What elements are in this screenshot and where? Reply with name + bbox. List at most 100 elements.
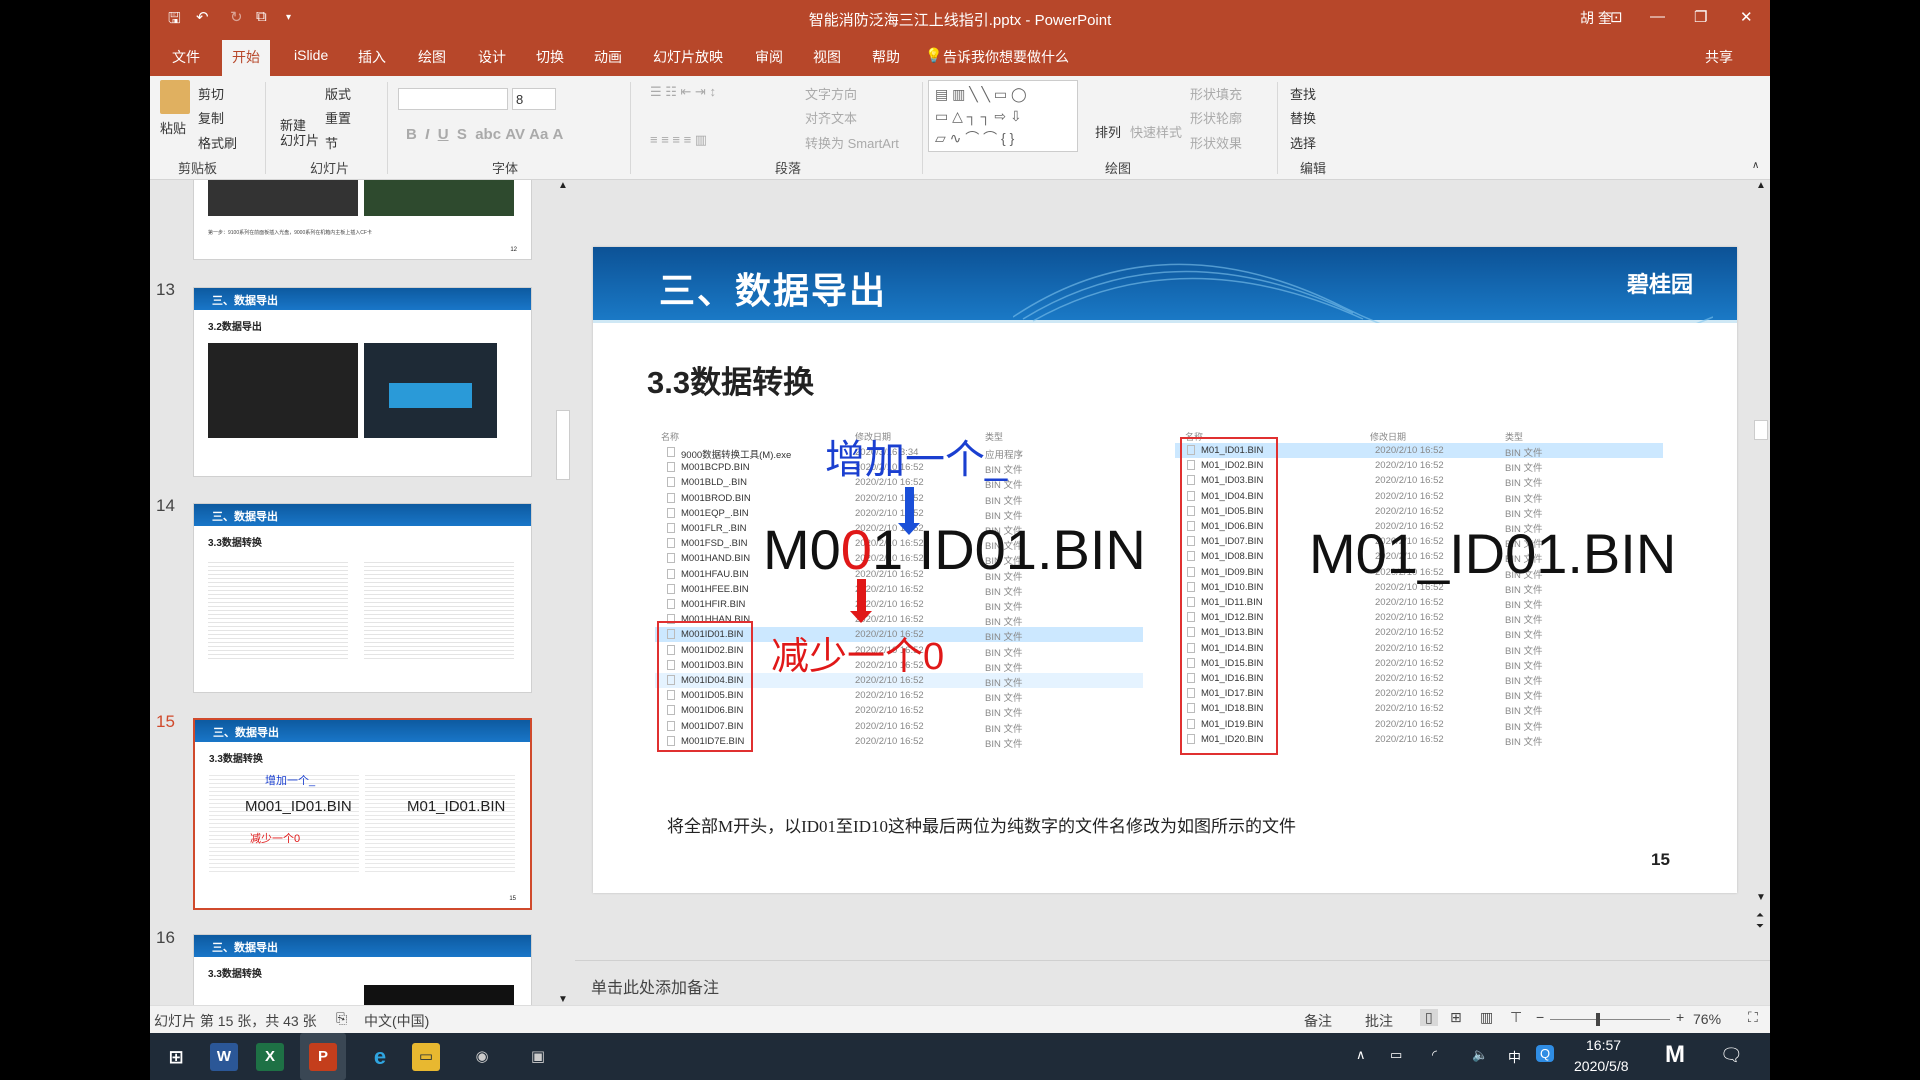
- file-date: 2020/2/10 16:52: [1375, 688, 1444, 700]
- group-font: 字体: [492, 161, 519, 176]
- slide-thumbnail-12[interactable]: 第一步：9100系列在前面板插入光盘，9000系列在机箱内主板上插入CF卡 12: [193, 180, 532, 260]
- word-icon[interactable]: W: [210, 1043, 238, 1071]
- slide-thumbnail-14[interactable]: 三、数据导出 3.3数据转换: [193, 503, 532, 693]
- tell-me-search[interactable]: 告诉我你想要做什么: [943, 47, 1069, 67]
- arrange-button[interactable]: 排列: [1095, 122, 1121, 141]
- slide-thumbnail-13[interactable]: 三、数据导出 3.2数据导出: [193, 287, 532, 477]
- file-type: BIN 文件: [1505, 508, 1543, 520]
- powerpoint-taskbar-button[interactable]: P: [300, 1033, 346, 1080]
- cut-button[interactable]: 剪切: [198, 84, 224, 103]
- edge-icon[interactable]: e: [366, 1043, 394, 1071]
- editor-scrollbar[interactable]: ▲ ▼ ⏶ ⏷: [1752, 180, 1770, 960]
- app-tray-icon[interactable]: M: [1665, 1041, 1685, 1069]
- volume-icon[interactable]: 🔈: [1472, 1047, 1488, 1063]
- select-button[interactable]: 选择: [1290, 133, 1316, 152]
- file-row[interactable]: M001BROD.BIN 2020/2/10 16:52 BIN 文件: [655, 491, 1143, 507]
- replace-button[interactable]: 替换: [1290, 108, 1316, 127]
- shape-outline-button[interactable]: 形状轮廓: [1190, 108, 1242, 127]
- layout-button[interactable]: 版式: [325, 84, 351, 103]
- copy-button[interactable]: 复制: [198, 108, 224, 127]
- file-row[interactable]: M001HFIR.BIN 2020/2/10 16:52 BIN 文件: [655, 597, 1143, 613]
- notes-button[interactable]: 备注: [1304, 1011, 1332, 1031]
- reset-button[interactable]: 重置: [325, 108, 351, 127]
- spellcheck-icon[interactable]: ⎘: [336, 1010, 347, 1027]
- collapse-ribbon-icon[interactable]: ∧: [1752, 160, 1759, 171]
- app-icon[interactable]: ◉: [468, 1043, 496, 1071]
- language-indicator[interactable]: 中文(中国): [364, 1011, 429, 1031]
- file-date: 2020/2/10 16:52: [1375, 642, 1444, 654]
- shape-fill-button[interactable]: 形状填充: [1190, 84, 1242, 103]
- zoom-out-button[interactable]: −: [1536, 1009, 1544, 1025]
- thumbnail-scrollbar[interactable]: ▲ ▼: [555, 180, 570, 1005]
- notes-placeholder[interactable]: 单击此处添加备注: [591, 974, 719, 998]
- tab-islide[interactable]: iSlide: [294, 47, 328, 63]
- bold-button[interactable]: B I U S abc AV Aa A: [406, 126, 563, 143]
- tab-review[interactable]: 审阅: [755, 47, 783, 67]
- file-date: 2020/2/10 16:52: [855, 735, 924, 747]
- bullets-button[interactable]: ☰ ☷ ⇤ ⇥ ↕: [650, 84, 716, 100]
- text-direction-button[interactable]: 文字方向: [805, 84, 857, 103]
- zoom-level[interactable]: 76%: [1693, 1011, 1721, 1027]
- align-buttons[interactable]: ≡ ≡ ≡ ≡ ▥: [650, 132, 707, 148]
- file-row[interactable]: M001HFEE.BIN 2020/2/10 16:52 BIN 文件: [655, 582, 1143, 598]
- tab-insert[interactable]: 插入: [358, 47, 386, 67]
- font-size-select[interactable]: 8: [512, 88, 556, 110]
- tab-help[interactable]: 帮助: [872, 47, 900, 67]
- ribbon-display-icon[interactable]: ⊡: [1610, 8, 1623, 26]
- comments-button[interactable]: 批注: [1365, 1011, 1393, 1031]
- shapes-gallery[interactable]: ▤ ▥ ╲ ╲ ▭ ◯ ▭ △ ┐ ┐ ⇨ ⇩ ▱ ∿ ⌒ ⌒ { }: [928, 80, 1078, 152]
- paste-icon[interactable]: [160, 80, 190, 114]
- notification-center-icon[interactable]: 🗨: [1720, 1045, 1743, 1066]
- notes-pane[interactable]: 单击此处添加备注: [575, 960, 1770, 1005]
- close-button[interactable]: ✕: [1740, 8, 1753, 26]
- tab-animations[interactable]: 动画: [594, 47, 622, 67]
- tab-transitions[interactable]: 切换: [536, 47, 564, 67]
- share-button[interactable]: 共享: [1705, 47, 1733, 67]
- slide-thumbnail-16[interactable]: 三、数据导出 3.3数据转换: [193, 934, 532, 1005]
- format-painter-button[interactable]: 格式刷: [198, 133, 237, 152]
- align-text-button[interactable]: 对齐文本: [805, 108, 857, 127]
- battery-icon[interactable]: ▭: [1390, 1047, 1402, 1063]
- file-name: M001EQP_.BIN: [681, 507, 749, 519]
- clock-date[interactable]: 2020/5/8: [1574, 1058, 1629, 1074]
- new-slide-button[interactable]: 新建 幻灯片: [280, 118, 319, 148]
- show-hidden-icons[interactable]: ∧: [1356, 1047, 1366, 1063]
- restore-button[interactable]: ❐: [1694, 8, 1707, 26]
- slide-subtitle: 3.3数据转换: [647, 365, 815, 400]
- shape-effects-button[interactable]: 形状效果: [1190, 133, 1242, 152]
- minimize-button[interactable]: —: [1650, 8, 1665, 25]
- clock-time[interactable]: 16:57: [1586, 1037, 1621, 1053]
- qq-icon[interactable]: Q: [1536, 1045, 1555, 1062]
- quick-styles-button[interactable]: 快速样式: [1130, 122, 1182, 141]
- zoom-slider[interactable]: [1550, 1013, 1670, 1026]
- fit-to-window-icon[interactable]: ⛶: [1748, 1009, 1758, 1026]
- excel-icon[interactable]: X: [256, 1043, 284, 1071]
- tab-slideshow[interactable]: 幻灯片放映: [653, 47, 723, 67]
- slide-canvas[interactable]: 三、数据导出 碧桂园 3.3数据转换 名称 修改日期 类型 9000数据转换工具…: [593, 247, 1737, 893]
- zoom-in-button[interactable]: +: [1676, 1009, 1684, 1025]
- windows-start-icon[interactable]: ⊞: [162, 1043, 190, 1071]
- slide-thumbnail-15[interactable]: 三、数据导出 3.3数据转换 增加一个_ M001_ID01.BIN M01_I…: [193, 718, 532, 910]
- tab-home[interactable]: 开始: [222, 40, 270, 76]
- tab-draw[interactable]: 绘图: [418, 47, 446, 67]
- find-button[interactable]: 查找: [1290, 84, 1316, 103]
- slideshow-view-icon[interactable]: ⊤: [1510, 1009, 1522, 1026]
- reading-view-icon[interactable]: ▥: [1480, 1009, 1493, 1026]
- ime-indicator[interactable]: 中: [1508, 1047, 1521, 1066]
- file-type: BIN 文件: [985, 693, 1023, 705]
- tab-file[interactable]: 文件: [172, 47, 200, 67]
- normal-view-icon[interactable]: ▯: [1420, 1009, 1438, 1026]
- tab-design[interactable]: 设计: [478, 47, 506, 67]
- smartart-button[interactable]: 转换为 SmartArt: [805, 133, 899, 152]
- wifi-icon[interactable]: ◜: [1432, 1047, 1437, 1063]
- section-button[interactable]: 节: [325, 133, 338, 152]
- file-type: BIN 文件: [985, 708, 1023, 720]
- slide-page-number: 15: [1651, 850, 1670, 869]
- font-name-select[interactable]: [398, 88, 508, 110]
- paste-button[interactable]: 粘贴: [160, 118, 186, 137]
- tab-view[interactable]: 视图: [813, 47, 841, 67]
- user-name[interactable]: 胡 奎: [1580, 8, 1612, 28]
- slide-sorter-icon[interactable]: ⊞: [1450, 1009, 1462, 1026]
- file-explorer-icon[interactable]: ▭: [412, 1043, 440, 1071]
- app-icon[interactable]: ▣: [524, 1043, 552, 1071]
